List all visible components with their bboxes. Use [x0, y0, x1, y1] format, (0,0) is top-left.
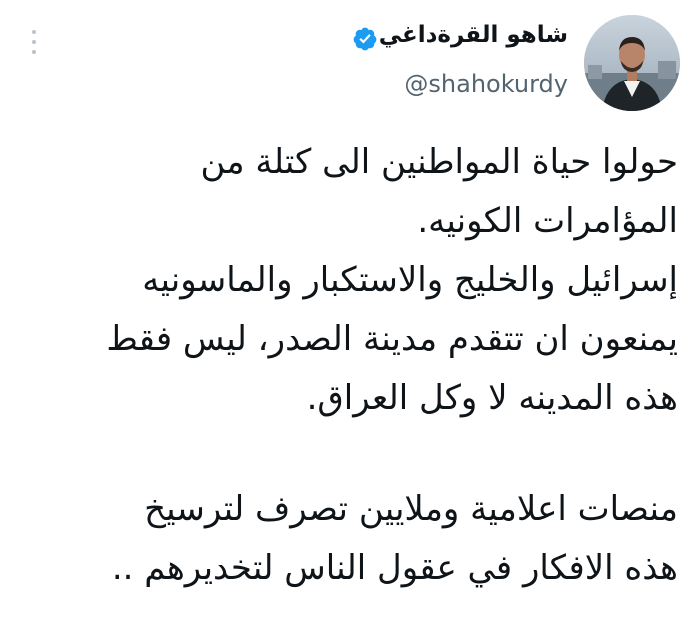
tweet-text-line: يمنعون ان تتقدم مدينة الصدر، ليس فقط [106, 319, 678, 359]
tweet-text-line: هذه الافكار في عقول الناس لتخديرهم .. [111, 548, 678, 588]
tweet-text: حولوا حياة المواطنين الى كتلة من المؤامر… [18, 133, 678, 598]
verified-badge-icon [353, 27, 377, 51]
user-photo-icon [584, 15, 680, 111]
tweet-text-line: إسرائيل والخليج والاستكبار والماسونيه [142, 260, 678, 300]
user-handle[interactable]: @shahokurdy [404, 70, 568, 98]
display-name[interactable]: شاهو القرةداغي [379, 22, 568, 48]
tweet-text-line: حولوا حياة المواطنين الى كتلة من [200, 142, 678, 182]
tweet: شاهو القرةداغي @shahokurdy حولوا حياة ال… [0, 0, 700, 628]
tweet-text-line: المؤامرات الكونيه. [417, 201, 678, 241]
tweet-text-line: هذه المدينه لا وكل العراق. [306, 378, 678, 418]
more-options-icon[interactable] [28, 30, 40, 54]
tweet-text-line: منصات اعلامية وملايين تصرف لترسيخ [144, 489, 678, 529]
avatar[interactable] [584, 15, 680, 111]
